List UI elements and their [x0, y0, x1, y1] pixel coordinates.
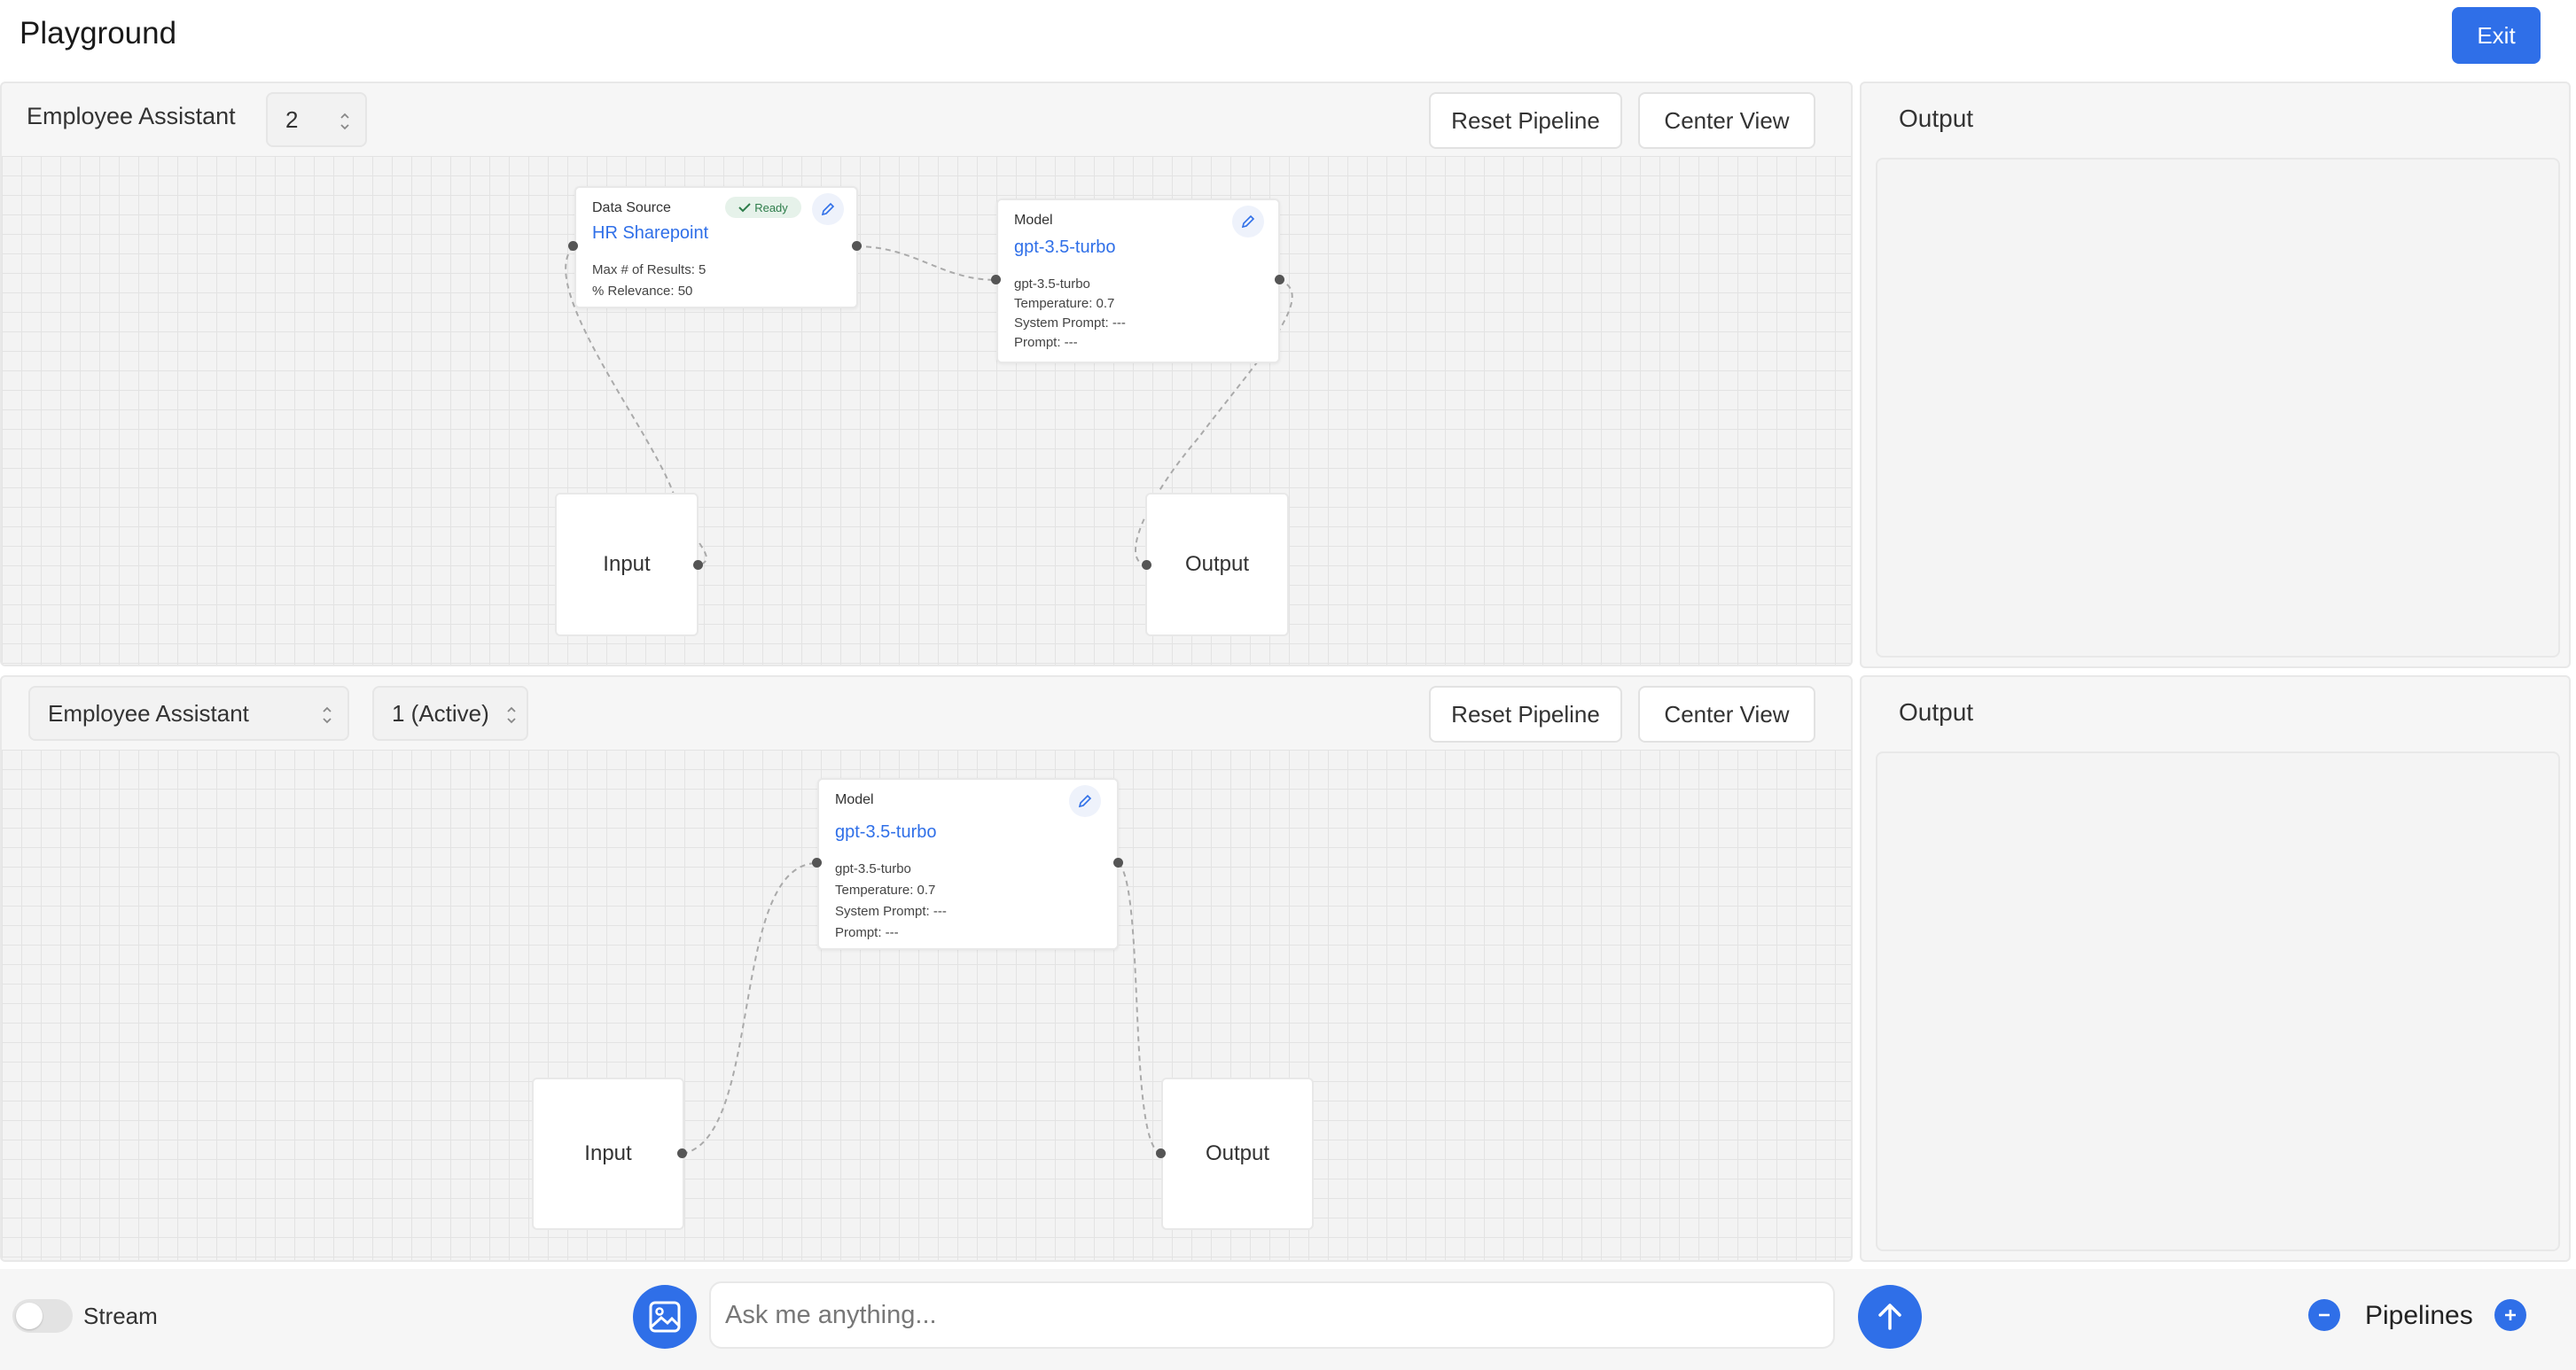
- max-results: Max # of Results: 5: [592, 262, 706, 277]
- edit-model-button[interactable]: [1232, 206, 1264, 237]
- output-node[interactable]: Output: [1145, 493, 1289, 636]
- model-port-in[interactable]: [812, 858, 822, 868]
- add-pipeline-button[interactable]: [2494, 1299, 2526, 1331]
- pipelines-label: Pipelines: [2365, 1301, 2473, 1330]
- remove-pipeline-button[interactable]: [2308, 1299, 2340, 1331]
- output-panel-1: Output: [1860, 82, 2571, 668]
- image-icon: [649, 1301, 681, 1333]
- pipeline-panel-1: Employee Assistant 2 Reset Pipeline Cent…: [0, 82, 1853, 666]
- input-node[interactable]: Input: [532, 1078, 684, 1230]
- data-source-port-out[interactable]: [852, 241, 862, 251]
- output-node[interactable]: Output: [1161, 1078, 1314, 1230]
- pencil-icon: [821, 202, 835, 216]
- output-area: [1876, 751, 2560, 1251]
- node-kind: Model: [1014, 213, 1053, 228]
- data-source-port-in[interactable]: [568, 241, 578, 251]
- ready-badge: Ready: [725, 197, 801, 218]
- model-name: gpt-3.5-turbo: [835, 861, 911, 876]
- minus-icon: [2319, 1313, 2330, 1317]
- model-node[interactable]: Model gpt-3.5-turbo gpt-3.5-turbo Temper…: [996, 198, 1280, 363]
- stream-label: Stream: [83, 1303, 158, 1329]
- output-panel-2: Output: [1860, 675, 2571, 1262]
- output-title: Output: [1899, 698, 1974, 726]
- stream-toggle[interactable]: [12, 1299, 73, 1333]
- pipeline-edges: [565, 245, 1293, 566]
- input-port-out[interactable]: [677, 1148, 687, 1158]
- output-area: [1876, 158, 2560, 658]
- input-node[interactable]: Input: [555, 493, 699, 636]
- ready-badge-label: Ready: [754, 200, 788, 214]
- edit-model-button[interactable]: [1069, 785, 1101, 817]
- temperature: Temperature: 0.7: [1014, 296, 1115, 311]
- edit-data-source-button[interactable]: [812, 193, 844, 225]
- system-prompt: System Prompt: ---: [835, 904, 947, 919]
- model-title[interactable]: gpt-3.5-turbo: [835, 822, 937, 843]
- model-name: gpt-3.5-turbo: [1014, 276, 1090, 292]
- model-port-in[interactable]: [991, 275, 1001, 284]
- model-node[interactable]: Model gpt-3.5-turbo gpt-3.5-turbo Temper…: [817, 778, 1119, 950]
- pencil-icon: [1241, 214, 1255, 229]
- ask-input[interactable]: [709, 1281, 1835, 1349]
- plus-icon: [2505, 1310, 2516, 1320]
- toggle-knob: [16, 1303, 43, 1329]
- model-port-out[interactable]: [1275, 275, 1284, 284]
- output-port-in[interactable]: [1156, 1148, 1166, 1158]
- input-port-out[interactable]: [693, 560, 703, 570]
- data-source-title[interactable]: HR Sharepoint: [592, 223, 708, 244]
- pipeline-edges: [682, 862, 1162, 1155]
- data-source-node[interactable]: Data Source Ready HR Sharepoint Max # of…: [574, 186, 858, 308]
- page-title: Playground: [20, 16, 177, 51]
- model-title[interactable]: gpt-3.5-turbo: [1014, 237, 1116, 258]
- model-port-out[interactable]: [1113, 858, 1123, 868]
- arrow-up-icon: [1878, 1304, 1901, 1330]
- temperature: Temperature: 0.7: [835, 883, 936, 898]
- header: Playground Exit: [0, 0, 2576, 82]
- pipeline-panel-2: Employee Assistant 1 (Active) Reset Pipe…: [0, 675, 1853, 1262]
- output-title: Output: [1899, 105, 1974, 132]
- output-port-in[interactable]: [1142, 560, 1151, 570]
- relevance: % Relevance: 50: [592, 284, 693, 299]
- pencil-icon: [1078, 794, 1092, 808]
- check-icon: [738, 203, 751, 213]
- system-prompt: System Prompt: ---: [1014, 315, 1126, 331]
- upload-image-button[interactable]: [633, 1285, 697, 1349]
- node-kind: Data Source: [592, 200, 671, 215]
- exit-button[interactable]: Exit: [2452, 7, 2541, 64]
- prompt: Prompt: ---: [1014, 335, 1078, 350]
- prompt: Prompt: ---: [835, 925, 899, 940]
- node-kind: Model: [835, 792, 874, 807]
- send-button[interactable]: [1858, 1285, 1922, 1349]
- chat-bar: Stream Pipelines: [0, 1269, 2576, 1370]
